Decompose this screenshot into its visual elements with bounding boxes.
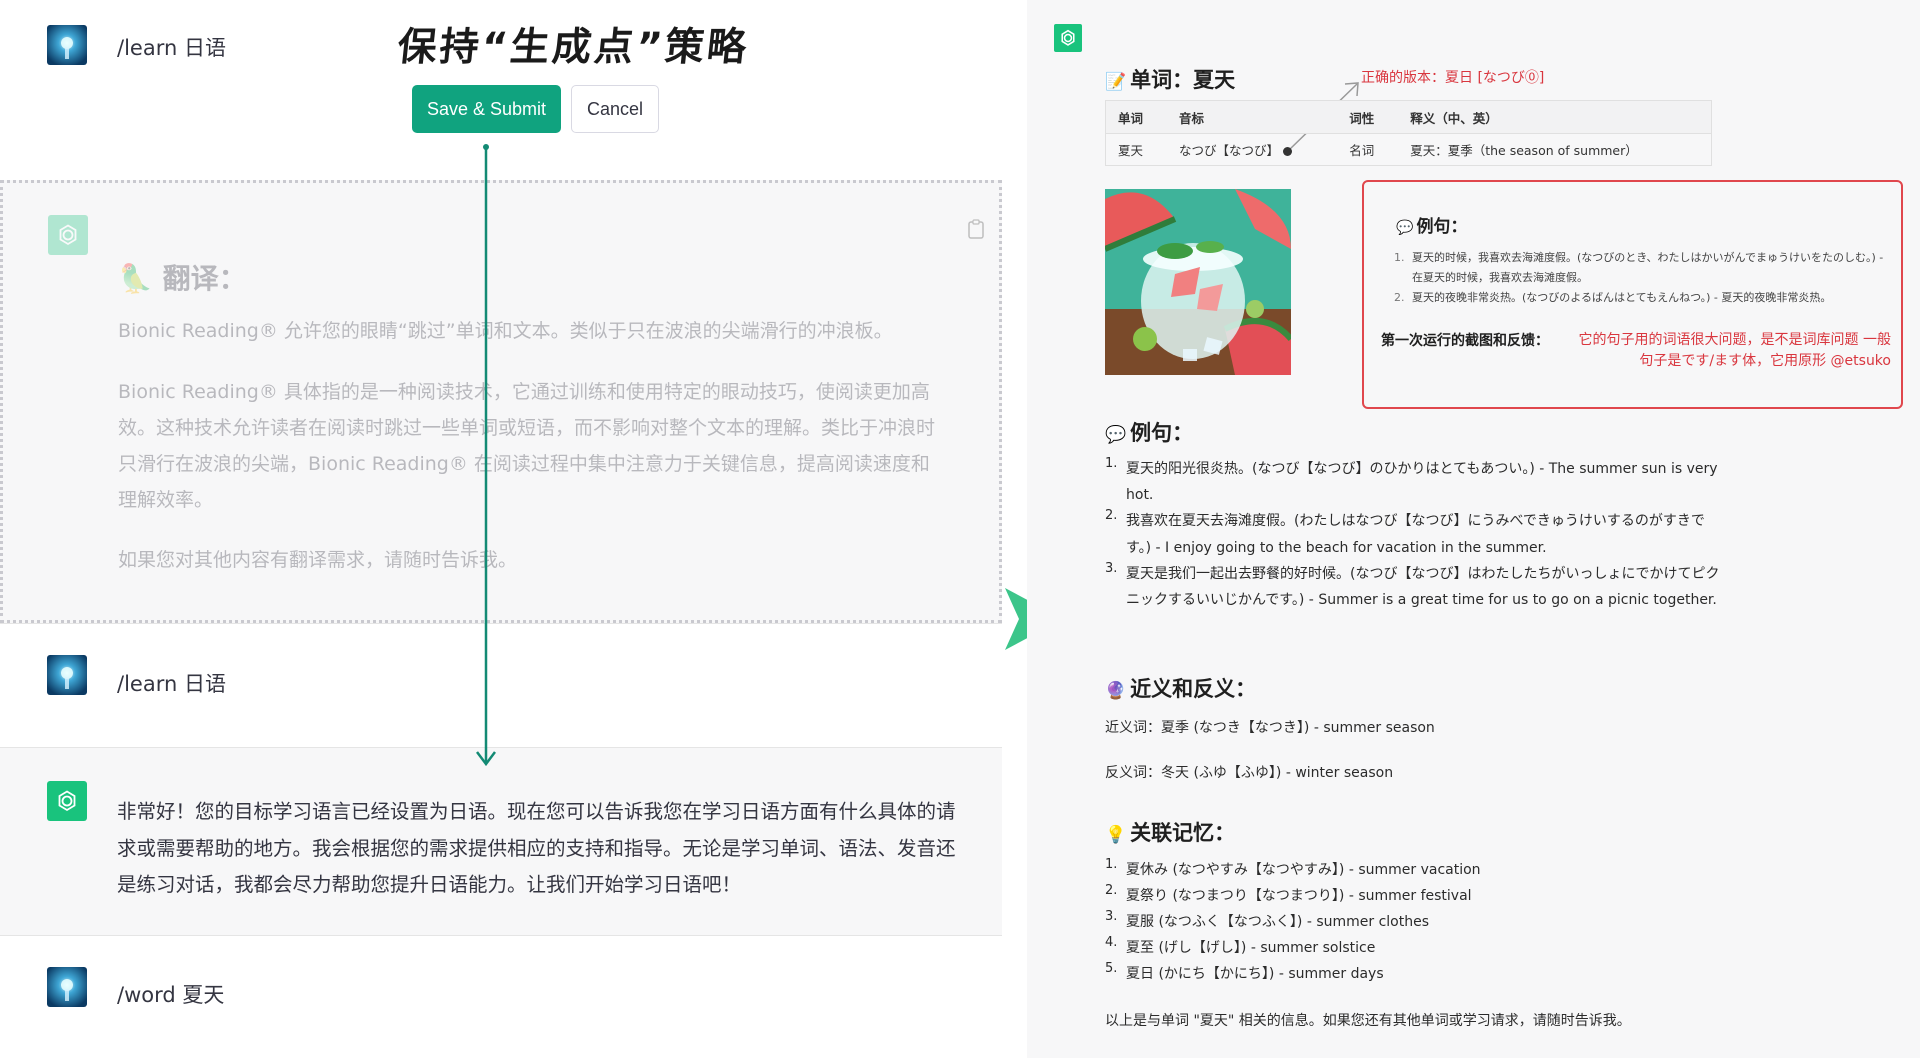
crystal-icon: 🔮 bbox=[1105, 681, 1127, 701]
list-item: 4. 夏至 (げし【げし】) - summer solstice bbox=[1105, 935, 1376, 956]
table-cell: なつび【なつび】 bbox=[1167, 134, 1337, 166]
chat-panel-left: /learn 日语 保持“生成点”策略 Save & Submit Cancel… bbox=[0, 0, 1002, 1058]
list-item: 1. 夏天的时候，我喜欢去海滩度假。(なつびのとき、わたしはかいがんでまゅうけいを… bbox=[1394, 251, 1884, 284]
annotation-headline: 保持“生成点”策略 bbox=[395, 25, 752, 70]
result-panel-right: 📝 单词：夏天 正确的版本：夏日 [なつび⓪] 单词 音标 词性 释义（中、英） … bbox=[1027, 0, 1920, 1058]
user-command-text: /learn 日语 bbox=[117, 672, 226, 696]
list-item: 3. 夏服 (なつふく【なつふく】) - summer clothes bbox=[1105, 909, 1430, 930]
list-item: 5. 夏日 (かにち【かにち】) - summer days bbox=[1105, 961, 1384, 982]
list-item: 1. 夏休み (なつやすみ【なつやすみ】) - summer vacation bbox=[1105, 857, 1481, 878]
feedback-comment: 它的句子用的词语很大问题，是不是词库问题 一般句子是です/ます体，它用原形 @e… bbox=[1578, 332, 1891, 369]
user-avatar bbox=[47, 25, 87, 65]
save-submit-button[interactable]: Save & Submit bbox=[412, 85, 561, 133]
table-row: 夏天 なつび【なつび】 名词 夏天：夏季（the season of summe… bbox=[1106, 134, 1712, 166]
table-header: 音标 bbox=[1167, 100, 1338, 134]
synonym-heading: 🔮 近义和反义： bbox=[1105, 677, 1257, 701]
first-run-feedback-box: 💬 例句： 1. 夏天的时候，我喜欢去海滩度假。(なつびのとき、わたしはかいがんでま… bbox=[1362, 180, 1903, 409]
table-cell: 夏天：夏季（the season of summer） bbox=[1410, 143, 1638, 158]
speech-bubble-icon: 💬 bbox=[1105, 425, 1127, 445]
examples-heading: 💬 例句： bbox=[1105, 421, 1194, 445]
related-list: 1. 夏休み (なつやすみ【なつやすみ】) - summer vacation 2… bbox=[1105, 857, 1725, 987]
user-command-text: /word 夏天 bbox=[117, 983, 225, 1007]
table-cell: 夏天 bbox=[1118, 143, 1144, 158]
word-info-table: 单词 音标 词性 释义（中、英） 夏天 なつび【なつび】 名词 夏天：夏季（th… bbox=[1105, 100, 1712, 166]
info-dot-icon bbox=[1283, 147, 1293, 156]
list-item: 2. 夏天的夜晚非常炎热。(なつびのよるばんはとてもえんねつ。) - 夏天的夜晚非… bbox=[1394, 291, 1832, 304]
user-message-learn: /learn 日语 bbox=[0, 623, 1002, 747]
table-header: 单词 bbox=[1105, 100, 1168, 134]
watermelon-drink-photo bbox=[1105, 189, 1291, 375]
user-avatar bbox=[47, 655, 87, 695]
assistant-reply-text: 非常好！您的目标学习语言已经设置为日语。现在您可以告诉我您在学习日语方面有什么具… bbox=[117, 800, 956, 896]
list-item: 2. 夏祭り (なつまつり【なつまつり】) - summer festival bbox=[1105, 883, 1472, 904]
faded-assistant-message: 🦜 翻译： Bionic Reading® 允许您的眼睛“跳过”单词和文本。类似… bbox=[0, 180, 1002, 623]
edit-message-row: /learn 日语 保持“生成点”策略 Save & Submit Cancel bbox=[0, 0, 1002, 180]
table-header: 释义（中、英） bbox=[1398, 100, 1712, 134]
table-header: 词性 bbox=[1337, 100, 1399, 134]
user-message-word: /word 夏天 bbox=[0, 936, 1002, 1058]
faded-title: 🦜 翻译： bbox=[118, 262, 247, 295]
footer-note: 以上是与单词 "夏天" 相关的信息。如果您还有其他单词或学习请求，请随时告诉我。 bbox=[1105, 1013, 1631, 1029]
openai-logo-icon bbox=[58, 790, 76, 812]
chatgpt-avatar bbox=[47, 781, 87, 821]
speech-bubble-icon: 💬 bbox=[1396, 220, 1414, 236]
lightbulb-icon: 💡 bbox=[1105, 825, 1127, 845]
clipboard-icon[interactable] bbox=[967, 219, 985, 239]
feedback-example-list: 1. 夏天的时候，我喜欢去海滩度假。(なつびのとき、わたしはかいがんでまゅうけいを… bbox=[1390, 248, 1890, 308]
table-cell: 名词 bbox=[1349, 143, 1375, 158]
cancel-button[interactable]: Cancel bbox=[571, 85, 659, 133]
list-item: 2. 我喜欢在夏天去海滩度假。(わたしはなつび【なつび】にうみべできゅうけいするの… bbox=[1105, 508, 1705, 556]
examples-list: 1. 夏天的阳光很炎热。(なつび【なつび】のひかりはとてもあつい。) - The … bbox=[1105, 456, 1725, 613]
user-avatar bbox=[47, 967, 87, 1007]
edited-command-text[interactable]: /learn 日语 bbox=[117, 32, 226, 62]
antonym-line: 反义词：冬天 (ふゆ【ふゆ】) - winter season bbox=[1105, 765, 1394, 781]
faded-paragraph-2: Bionic Reading® 具体指的是一种阅读技术，它通过训练和使用特定的眼… bbox=[118, 381, 936, 511]
faded-paragraph-3: 如果您对其他内容有翻译需求，请随时告诉我。 bbox=[118, 549, 518, 571]
list-item: 3. 夏天是我们一起出去野餐的好时候。(なつび【なつび】はわたしたちがいっしょにで… bbox=[1105, 560, 1720, 609]
feedback-examples-title: 💬 例句： bbox=[1396, 217, 1468, 237]
related-heading: 💡 关联记忆： bbox=[1105, 821, 1236, 845]
chatgpt-avatar bbox=[48, 215, 88, 255]
feedback-label: 第一次运行的截图和反馈： bbox=[1381, 333, 1549, 349]
assistant-reply-message: 非常好！您的目标学习语言已经设置为日语。现在您可以告诉我您在学习日语方面有什么具… bbox=[0, 747, 1002, 936]
synonym-line: 近义词：夏季 (なつき【なつき】) - summer season bbox=[1105, 720, 1435, 736]
openai-logo-icon bbox=[59, 224, 77, 246]
list-item: 1. 夏天的阳光很炎热。(なつび【なつび】のひかりはとてもあつい。) - The … bbox=[1105, 456, 1718, 504]
faded-paragraph-1: Bionic Reading® 允许您的眼睛“跳过”单词和文本。类似于只在波浪的… bbox=[118, 320, 893, 342]
